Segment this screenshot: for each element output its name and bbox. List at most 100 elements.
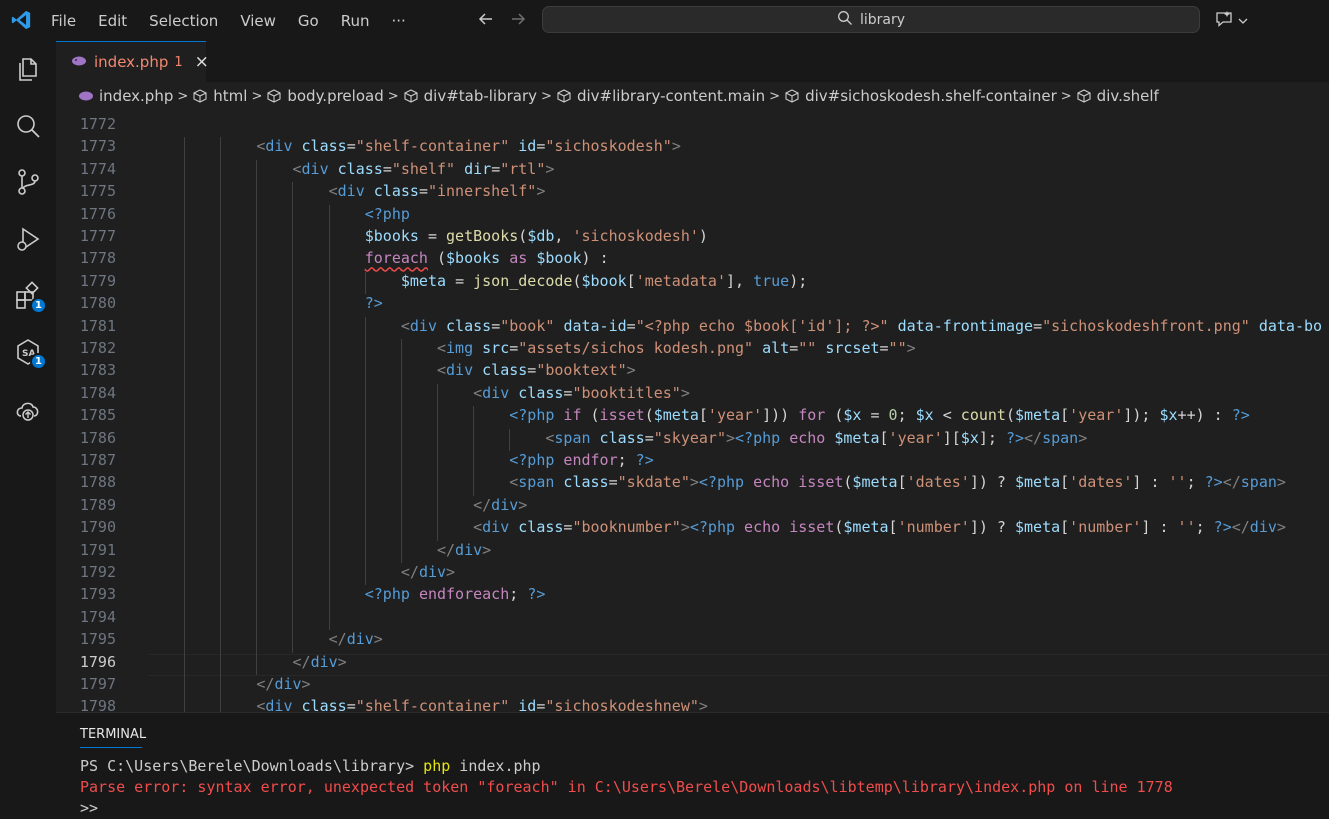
extensions-icon[interactable]: 1: [13, 281, 47, 314]
breadcrumb-html[interactable]: html: [192, 87, 247, 105]
line-number: 1795: [79, 630, 116, 649]
code-line[interactable]: <div class="booktext">: [148, 361, 636, 379]
line-number: 1783: [79, 361, 116, 380]
terminal-panel: TERMINAL PS C:\Users\Berele\Downloads\li…: [56, 712, 1329, 819]
symbol-field-icon: [1077, 89, 1091, 103]
line-number: 1778: [79, 249, 116, 268]
tab-terminal[interactable]: TERMINAL: [80, 727, 146, 742]
line-number: 1782: [79, 339, 116, 357]
breadcrumb-label: div#library-content.main: [576, 87, 766, 105]
menu-view[interactable]: View: [229, 12, 287, 30]
breadcrumb-body[interactable]: body.preload: [266, 87, 384, 105]
code-line[interactable]: </div>: [148, 630, 383, 648]
line-number: 1776: [79, 204, 116, 223]
search-view-icon[interactable]: [13, 111, 43, 141]
tab-problem-count: 1: [174, 54, 183, 70]
tab-filename: index.php: [94, 53, 169, 71]
indent-guide: [328, 607, 330, 631]
code-line[interactable]: </div>: [148, 675, 310, 693]
code-line[interactable]: </div>: [148, 496, 527, 514]
php-elephant-icon: [79, 91, 93, 101]
code-line[interactable]: <div class="shelf" dir="rtl">: [148, 160, 555, 178]
code-line[interactable]: <?php endforeach; ?>: [148, 585, 546, 603]
line-number: 1785: [79, 406, 116, 425]
close-icon[interactable]: ×: [195, 52, 209, 72]
terminal-command: php: [423, 757, 451, 775]
terminal-command-line[interactable]: PS C:\Users\Berele\Downloads\library> ph…: [80, 757, 541, 775]
menu-edit[interactable]: Edit: [87, 12, 138, 30]
line-number: 1789: [79, 495, 116, 514]
search-text: library: [859, 11, 906, 28]
copilot-chat-button[interactable]: [1214, 9, 1249, 33]
back-arrow-icon[interactable]: [476, 9, 496, 33]
line-number: 1784: [79, 383, 116, 402]
code-line[interactable]: <div class="shelf-container" id="sichosk…: [148, 137, 680, 155]
code-line[interactable]: <div class="booknumber"><?php echo isset…: [148, 518, 1286, 536]
menu-more[interactable]: ···: [381, 12, 417, 30]
indent-guide: [220, 607, 222, 631]
breadcrumb-tab-library[interactable]: div#tab-library: [403, 87, 537, 105]
code-line[interactable]: <div class="shelf-container" id="sichosk…: [148, 697, 708, 712]
line-number: 1796: [79, 652, 116, 671]
chevron-right-icon: >: [1060, 88, 1072, 104]
indent-guide: [292, 607, 294, 631]
code-line[interactable]: $books = getBooks($db, 'sichoskodesh'): [148, 227, 708, 245]
symbol-field-icon: [404, 89, 418, 103]
command-center-search[interactable]: library: [542, 6, 1200, 33]
code-line[interactable]: <span class="skdate"><?php echo isset($m…: [148, 473, 1286, 491]
code-line[interactable]: <?php if (isset($meta['year'])) for ($x …: [148, 406, 1250, 424]
code-line[interactable]: foreach ($books as $book) :: [148, 249, 609, 267]
line-number: 1774: [79, 159, 116, 178]
line-number: 1772: [79, 115, 116, 133]
line-number: 1786: [79, 428, 116, 447]
sonarlint-badge: 1: [30, 353, 47, 370]
menu-go[interactable]: Go: [287, 12, 330, 30]
chat-icon: [1214, 9, 1234, 33]
code-line[interactable]: $meta = json_decode($book['metadata'], t…: [148, 272, 807, 290]
menu-file[interactable]: File: [40, 12, 87, 30]
line-number: 1779: [79, 271, 116, 290]
terminal-prompt: PS C:\Users\Berele\Downloads\library>: [80, 757, 424, 775]
tab-index-php[interactable]: index.php 1 ×: [56, 41, 209, 82]
code-line[interactable]: <span class="skyear"><?php echo $meta['y…: [148, 429, 1087, 447]
forward-arrow-icon[interactable]: [508, 9, 528, 33]
php-elephant-icon: [71, 53, 87, 71]
line-number: 1773: [79, 137, 116, 156]
run-debug-icon[interactable]: [13, 225, 43, 255]
code-line[interactable]: <div class="book" data-id="<?php echo $b…: [148, 317, 1322, 335]
symbol-field-icon: [785, 89, 799, 103]
menu-run[interactable]: Run: [330, 12, 381, 30]
code-line[interactable]: <div class="booktitles">: [148, 384, 690, 402]
chevron-right-icon: >: [251, 88, 263, 104]
explorer-icon[interactable]: [13, 54, 43, 84]
chevron-right-icon: >: [177, 88, 189, 104]
code-line[interactable]: ?>: [148, 294, 383, 312]
indent-guide: [256, 607, 258, 631]
code-line[interactable]: </div>: [148, 563, 455, 581]
breadcrumb-label: div.shelf: [1096, 87, 1159, 105]
code-line[interactable]: </div>: [148, 653, 347, 671]
code-line[interactable]: </div>: [148, 541, 491, 559]
breadcrumb-file[interactable]: index.php: [78, 87, 173, 105]
chevron-right-icon: >: [387, 88, 399, 104]
editor-tab-bar: index.php 1 ×: [56, 41, 1329, 82]
terminal-continuation-prompt[interactable]: >>: [80, 799, 98, 817]
breadcrumb-library-content[interactable]: div#library-content.main: [556, 87, 765, 105]
source-control-icon[interactable]: [13, 167, 43, 197]
code-line[interactable]: <div class="innershelf">: [148, 182, 546, 200]
line-number: 1777: [79, 227, 116, 245]
vscode-logo-icon: [10, 9, 32, 31]
breadcrumb-shelf[interactable]: div.shelf: [1076, 87, 1159, 105]
line-number: 1797: [79, 675, 116, 693]
code-line[interactable]: <?php endfor; ?>: [148, 451, 654, 469]
cloud-upload-icon[interactable]: [13, 395, 43, 425]
code-editor[interactable]: 1772 1773 <div class="shelf-container" id…: [56, 110, 1329, 712]
menu-selection[interactable]: Selection: [138, 12, 229, 30]
breadcrumb-shelf-container[interactable]: div#sichoskodesh.shelf-container: [784, 87, 1057, 105]
line-number: 1792: [79, 563, 116, 581]
code-line[interactable]: <?php: [148, 205, 410, 223]
title-bar: File Edit Selection View Go Run ··· libr…: [0, 0, 1329, 41]
code-line[interactable]: <img src="assets/sichos kodesh.png" alt=…: [148, 339, 916, 357]
sonarlint-icon[interactable]: SA 1: [13, 337, 47, 370]
breadcrumb: index.php > html > body.preload > div#ta…: [56, 82, 1329, 110]
